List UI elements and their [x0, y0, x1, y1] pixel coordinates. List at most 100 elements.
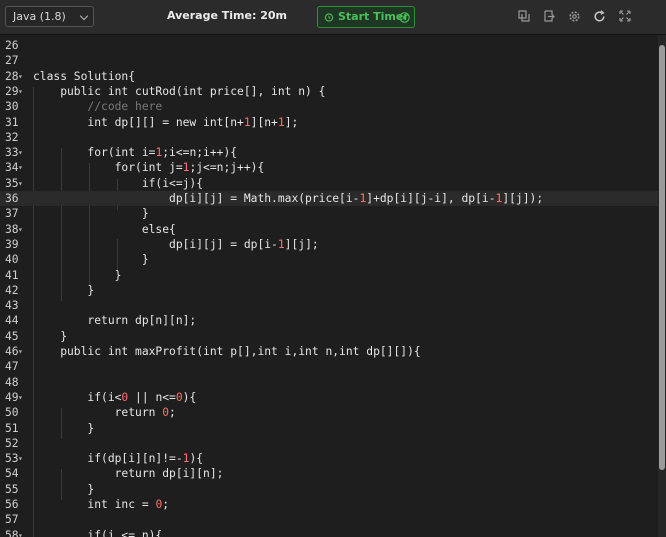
- code-line[interactable]: 35 ▾ if(i<=j){: [0, 176, 658, 191]
- code-text: if(i<0 || n<=0){: [33, 390, 197, 404]
- code-line[interactable]: 50 return 0;: [0, 405, 658, 420]
- code-line[interactable]: 39 dp[i][j] = dp[i-1][j];: [0, 237, 658, 252]
- language-select[interactable]: Java (1.8): [5, 6, 94, 27]
- line-number: 45: [5, 329, 19, 343]
- start-timer-button[interactable]: Start Timer: [317, 6, 415, 28]
- code-text: else{: [33, 222, 176, 236]
- code-line[interactable]: 28 ▾ class Solution{: [0, 69, 658, 84]
- code-line[interactable]: 34 ▾ for(int j=1;j<=n;j++){: [0, 160, 658, 175]
- language-select-value: Java (1.8): [13, 10, 66, 23]
- code-line[interactable]: 26: [0, 38, 658, 53]
- line-number: 39: [5, 237, 19, 251]
- code-line[interactable]: 42 }: [0, 283, 658, 298]
- line-number: 36: [5, 192, 19, 205]
- code-line[interactable]: 48: [0, 375, 658, 390]
- code-text: dp[i][j] = Math.max(price[i-1]+dp[i][j-i…: [33, 192, 544, 205]
- copy-icon[interactable]: [518, 10, 530, 22]
- line-number: 37: [5, 207, 19, 221]
- code-text: return 0;: [33, 406, 176, 420]
- line-number: 26: [5, 39, 19, 52]
- code-text: public int cutRod(int price[], int n) {: [33, 84, 326, 98]
- code-line[interactable]: 30 //code here: [0, 99, 658, 114]
- code-text: for(int i=1;i<=n;i++){: [33, 146, 238, 160]
- code-text: dp[i][j] = dp[i-1][j];: [33, 237, 319, 251]
- code-line[interactable]: 31 int dp[][] = new int[n+1][n+1];: [0, 115, 658, 130]
- code-line[interactable]: 44 return dp[n][n];: [0, 313, 658, 328]
- code-line[interactable]: 56 int inc = 0;: [0, 497, 658, 512]
- code-text: }: [33, 421, 95, 435]
- fold-arrow-icon[interactable]: ▾: [18, 69, 23, 84]
- fold-arrow-icon[interactable]: ▾: [18, 176, 23, 191]
- average-time-label: Average Time: 20m: [167, 9, 287, 22]
- code-line[interactable]: 53 ▾ if(dp[i][n]!=-1){: [0, 451, 658, 466]
- code-text: class Solution{: [33, 69, 136, 83]
- export-icon[interactable]: [543, 10, 555, 22]
- code-line[interactable]: 36 dp[i][j] = Math.max(price[i-1]+dp[i][…: [0, 191, 658, 207]
- line-number: 56: [5, 498, 19, 511]
- code-text: public int maxProfit(int p[],int i,int n…: [33, 345, 421, 358]
- fold-arrow-icon[interactable]: ▾: [18, 84, 23, 99]
- fold-arrow-icon[interactable]: ▾: [18, 390, 23, 405]
- fold-arrow-icon[interactable]: ▾: [18, 344, 23, 359]
- play-circle-icon: [399, 12, 410, 23]
- code-line[interactable]: 52: [0, 436, 658, 451]
- code-line[interactable]: 45 }: [0, 329, 658, 344]
- line-number: 42: [5, 283, 19, 297]
- code-line[interactable]: 33 ▾ for(int i=1;i<=n;i++){: [0, 145, 658, 160]
- reset-icon[interactable]: [593, 10, 606, 23]
- alarm-clock-icon: [324, 13, 334, 22]
- code-line[interactable]: 41 }: [0, 268, 658, 283]
- code-line[interactable]: 46 ▾ public int maxProfit(int p[],int i,i…: [0, 344, 658, 359]
- code-line[interactable]: 40 }: [0, 252, 658, 267]
- code-text: return dp[i][n];: [33, 467, 224, 481]
- code-line[interactable]: 51 }: [0, 421, 658, 436]
- line-number: 57: [5, 513, 19, 527]
- code-text: }: [33, 253, 149, 267]
- line-number: 41: [5, 268, 19, 282]
- fullscreen-icon[interactable]: [619, 10, 631, 22]
- line-number: 50: [5, 406, 19, 420]
- line-number: 44: [5, 314, 19, 328]
- code-line[interactable]: 29 ▾ public int cutRod(int price[], int n…: [0, 84, 658, 99]
- line-number: 51: [5, 421, 19, 435]
- line-number: 48: [5, 375, 19, 389]
- code-text: if(dp[i][n]!=-1){: [33, 452, 204, 466]
- fold-arrow-icon[interactable]: ▾: [18, 145, 23, 160]
- code-text: return dp[n][n];: [33, 314, 197, 328]
- vertical-scrollbar[interactable]: [658, 35, 666, 537]
- code-line[interactable]: 47: [0, 359, 658, 374]
- code-line[interactable]: 27: [0, 53, 658, 68]
- fold-arrow-icon[interactable]: ▾: [18, 222, 23, 237]
- line-number: 54: [5, 467, 19, 481]
- fold-arrow-icon[interactable]: ▾: [18, 160, 23, 175]
- code-line[interactable]: 55 }: [0, 482, 658, 497]
- code-text: int inc = 0;: [33, 498, 170, 511]
- code-line[interactable]: 43: [0, 298, 658, 313]
- code-line[interactable]: 57: [0, 512, 658, 527]
- code-line[interactable]: 32: [0, 130, 658, 145]
- code-text: }: [33, 283, 95, 297]
- code-line[interactable]: 54 return dp[i][n];: [0, 466, 658, 481]
- line-number: 43: [5, 299, 19, 313]
- code-text: if(i<=j){: [33, 176, 204, 190]
- code-text: int dp[][] = new int[n+1][n+1];: [33, 115, 299, 129]
- scrollbar-thumb[interactable]: [659, 45, 665, 470]
- fold-arrow-icon[interactable]: ▾: [18, 528, 23, 537]
- editor-toolbar: Java (1.8) Average Time: 20m Start Timer: [0, 0, 666, 35]
- code-text: }: [33, 482, 95, 496]
- line-number: 40: [5, 253, 19, 267]
- fold-arrow-icon[interactable]: ▾: [18, 451, 23, 466]
- code-text: }: [33, 268, 122, 282]
- code-line[interactable]: 37 }: [0, 206, 658, 221]
- line-number: 27: [5, 54, 19, 68]
- code-line[interactable]: 49 ▾ if(i<0 || n<=0){: [0, 390, 658, 405]
- line-number: 32: [5, 130, 19, 144]
- chevron-down-icon: [79, 11, 89, 21]
- line-number: 30: [5, 100, 19, 114]
- code-line[interactable]: 58 ▾ if(i <= n){: [0, 528, 658, 537]
- line-number: 31: [5, 115, 19, 129]
- line-number: 52: [5, 436, 19, 450]
- settings-icon[interactable]: [568, 10, 581, 23]
- code-line[interactable]: 38 ▾ else{: [0, 222, 658, 237]
- code-editor[interactable]: 26 27 28 ▾ class Solution{29 ▾ public int cut…: [0, 35, 658, 537]
